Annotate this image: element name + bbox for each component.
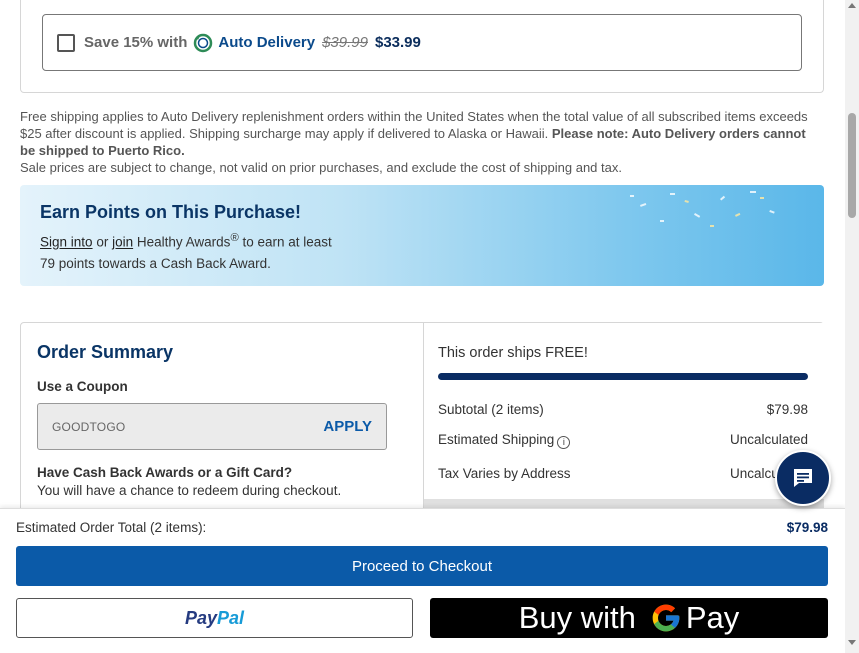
auto-delivery-icon xyxy=(194,33,213,52)
auto-delivery-option[interactable]: Save 15% with Auto Delivery $39.99 $33.9… xyxy=(42,14,802,71)
coupon-input[interactable]: GOODTOGO xyxy=(52,420,125,434)
sale-price-note: Sale prices are subject to change, not v… xyxy=(20,160,622,175)
chat-icon xyxy=(794,469,812,487)
or-text: or xyxy=(96,234,109,250)
cash-back-title: Have Cash Back Awards or a Gift Card? xyxy=(37,465,293,480)
program-name: Healthy Awards xyxy=(136,234,231,250)
coupon-panel: Order Summary Use a Coupon GOODTOGO APPL… xyxy=(21,323,424,523)
auto-delivery-label: Auto Delivery xyxy=(218,34,316,51)
paypal-logo-part1: Pay xyxy=(184,607,217,628)
chat-button[interactable] xyxy=(775,450,831,506)
registered-mark: ® xyxy=(230,232,239,244)
tax-label: Tax Varies by Address xyxy=(438,466,571,481)
scrollbar-thumb[interactable] xyxy=(848,113,856,218)
points-description: Sign into or join Healthy Awards® to ear… xyxy=(40,232,332,250)
coupon-field[interactable]: GOODTOGO APPLY xyxy=(37,403,387,450)
coupon-label: Use a Coupon xyxy=(37,379,128,394)
tax-row: Tax Varies by Address Uncalculated xyxy=(438,466,808,481)
sign-in-link[interactable]: Sign into xyxy=(40,235,93,250)
shipping-value: Uncalculated xyxy=(729,432,808,447)
free-shipping-message: This order ships FREE! xyxy=(438,345,588,361)
confetti-decoration xyxy=(630,191,775,227)
subtotal-row: Subtotal (2 items) $79.98 xyxy=(438,402,808,417)
shipping-row: Estimated Shipping i Uncalculated xyxy=(438,432,808,449)
subtotal-value: $79.98 xyxy=(766,402,808,417)
proceed-to-checkout-button[interactable]: Proceed to Checkout xyxy=(16,546,828,586)
paypal-logo-part2: Pal xyxy=(217,607,245,628)
sticky-checkout-footer: Estimated Order Total (2 items): $79.98 … xyxy=(0,508,845,653)
earn-points-banner: Earn Points on This Purchase! Sign into … xyxy=(20,185,824,286)
google-pay-button[interactable]: Buy with Pay xyxy=(430,598,828,638)
order-summary-title: Order Summary xyxy=(37,342,174,362)
original-price: $39.99 xyxy=(322,34,368,51)
auto-delivery-checkbox[interactable] xyxy=(57,33,75,52)
shipping-label: Estimated Shipping xyxy=(438,432,555,447)
subtotal-label: Subtotal (2 items) xyxy=(438,402,544,417)
paypal-button[interactable]: Pay Pal xyxy=(16,598,413,638)
shipping-note: Free shipping applies to Auto Delivery r… xyxy=(20,108,820,176)
save-text: Save 15% with xyxy=(84,34,188,51)
apply-coupon-button[interactable]: APPLY xyxy=(323,418,372,435)
gpay-suffix: Pay xyxy=(685,600,740,635)
join-link[interactable]: join xyxy=(112,235,133,250)
estimated-total-label: Estimated Order Total (2 items): xyxy=(16,520,207,535)
discounted-price: $33.99 xyxy=(374,34,421,51)
page-scrollbar[interactable] xyxy=(845,0,859,653)
estimated-total-value: $79.98 xyxy=(786,520,828,535)
points-suffix: to earn at least xyxy=(242,234,332,250)
cash-back-subtitle: You will have a chance to redeem during … xyxy=(37,483,342,498)
order-summary: Order Summary Use a Coupon GOODTOGO APPL… xyxy=(20,322,824,523)
gpay-prefix: Buy with xyxy=(518,600,636,635)
info-icon[interactable]: i xyxy=(557,436,571,449)
points-amount-text: 79 points towards a Cash Back Award. xyxy=(40,256,271,271)
google-g-icon xyxy=(652,604,680,632)
totals-panel: This order ships FREE! Subtotal (2 items… xyxy=(424,323,824,523)
free-shipping-progress-bar xyxy=(438,373,808,380)
scroll-down-arrow[interactable] xyxy=(848,640,856,645)
scroll-up-arrow[interactable] xyxy=(848,3,856,8)
points-title: Earn Points on This Purchase! xyxy=(40,202,302,222)
